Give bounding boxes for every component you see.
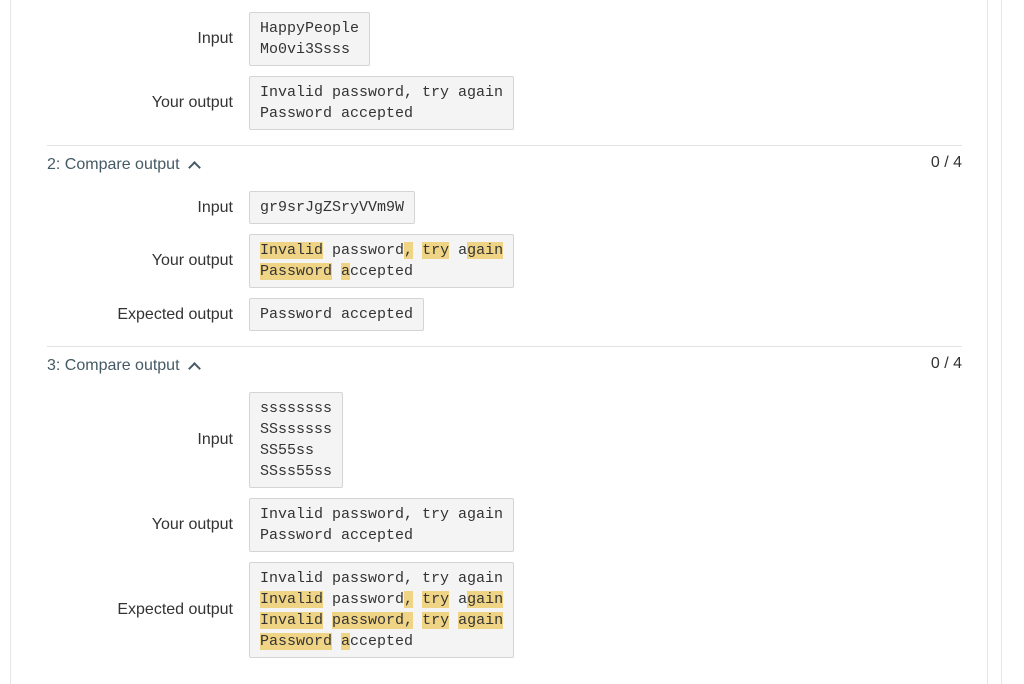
text-line: HappyPeople (260, 20, 360, 37)
test-2-score: 0 / 4 (930, 154, 962, 171)
diff-highlight: , (404, 242, 414, 259)
text-segment: Invalid password, try again (260, 570, 504, 587)
diff-highlight: gain (467, 242, 504, 259)
text-line: Invalid password, try again (260, 589, 504, 610)
test-3-score: 0 / 4 (930, 355, 962, 372)
input-box: HappyPeople Mo0vi3Ssss (249, 12, 371, 66)
expected-output-row: Expected output Invalid password, try ag… (47, 562, 962, 658)
text-line: Invalid password, try again (260, 240, 504, 261)
text-segment (332, 263, 341, 280)
diff-highlight: Invalid (260, 591, 324, 608)
input-row: Input ssssssss SSssssss SS55ss SSss55ss (47, 392, 962, 488)
text-line: Password accepted (260, 103, 503, 124)
text-segment (413, 242, 422, 259)
your-output-box: Invalid password, try again Password acce… (249, 498, 515, 552)
text-segment (449, 612, 458, 629)
text-line: SSss55ss (260, 463, 333, 480)
diff-highlight: a (341, 633, 351, 650)
expected-output-row: Expected output Password accepted (47, 298, 962, 331)
text-line: Invalid password, try again (260, 610, 504, 631)
input-row: Input gr9srJgZSryVVm9W (47, 191, 962, 224)
text-line: SS55ss (260, 442, 315, 459)
text-line: Invalid password, try again (260, 568, 503, 589)
text-segment: ccepted (350, 263, 414, 280)
diff-highlight: gain (467, 591, 504, 608)
your-output-row: Your output Invalid password, try again P… (47, 498, 962, 552)
your-output-box: Invalid password, try again Password acce… (249, 234, 515, 288)
expected-output-label: Expected output (117, 305, 233, 323)
text-line: Password accepted (260, 304, 413, 325)
right-scroll-gutter (987, 0, 1002, 684)
test-3-header: 3: Compare output 0 / 4 (47, 346, 962, 375)
test-3: 3: Compare output 0 / 4 Input ssssssss SS… (47, 346, 962, 658)
your-output-label: Your output (151, 516, 233, 533)
diff-highlight: try (422, 242, 450, 259)
text-segment (332, 633, 341, 650)
diff-highlight: again (458, 612, 504, 629)
text-line: Password accepted (260, 261, 503, 282)
expected-output-box: Password accepted (249, 298, 425, 331)
text-segment: ccepted (350, 633, 414, 650)
text-segment: Invalid password, try again (260, 84, 504, 101)
text-segment: Password accepted (260, 105, 414, 122)
diff-highlight: Password (260, 633, 333, 650)
expected-output-box: Invalid password, try again Invalid passw… (249, 562, 515, 658)
text-segment: a (449, 591, 468, 608)
chevron-up-icon (187, 361, 201, 375)
test-2-title: 2: Compare output (47, 156, 180, 173)
your-output-row: Your output Invalid password, try again P… (47, 76, 962, 130)
test-2-toggle[interactable]: 2: Compare output (47, 156, 201, 174)
your-output-label: Your output (151, 252, 233, 269)
input-row: Input HappyPeople Mo0vi3Ssss (47, 12, 962, 66)
text-segment: password (323, 242, 405, 259)
test-2: 2: Compare output 0 / 4 Input gr9srJgZSr… (47, 145, 962, 331)
input-label: Input (197, 431, 233, 448)
text-line: SSssssss (260, 421, 333, 438)
your-output-box: Invalid password, try again Password acce… (249, 76, 515, 130)
diff-highlight: try (422, 591, 450, 608)
input-box: ssssssss SSssssss SS55ss SSss55ss (249, 392, 344, 488)
test-2-header: 2: Compare output 0 / 4 (47, 145, 962, 174)
test-3-title: 3: Compare output (47, 357, 180, 374)
text-segment: Invalid password, try again (260, 506, 504, 523)
text-segment (413, 591, 422, 608)
text-segment (413, 612, 422, 629)
input-label: Input (197, 198, 233, 216)
your-output-row: Your output Invalid password, try again P… (47, 234, 962, 288)
text-segment: Password accepted (260, 527, 414, 544)
diff-highlight: try (422, 612, 450, 629)
text-line: gr9srJgZSryVVm9W (260, 199, 405, 216)
text-line: Invalid password, try again (260, 82, 503, 103)
chevron-up-icon (187, 160, 201, 174)
test-3-toggle[interactable]: 3: Compare output (47, 357, 201, 375)
text-line: Password accepted (260, 525, 503, 546)
test-results-card: Input HappyPeople Mo0vi3Ssss Your output … (22, 0, 987, 668)
text-segment: a (449, 242, 468, 259)
text-segment (323, 612, 332, 629)
diff-highlight: , (404, 591, 414, 608)
expected-output-label: Expected output (117, 601, 233, 618)
text-line: Invalid password, try again (260, 504, 503, 525)
text-segment: Password accepted (260, 306, 414, 323)
diff-highlight: a (341, 263, 351, 280)
diff-highlight: Password (260, 263, 333, 280)
test-1: Input HappyPeople Mo0vi3Ssss Your output … (47, 0, 962, 130)
input-label: Input (197, 30, 233, 47)
text-line: Mo0vi3Ssss (260, 41, 351, 58)
text-segment: password (323, 591, 405, 608)
input-box: gr9srJgZSryVVm9W (249, 191, 416, 224)
diff-highlight: password, (332, 612, 414, 629)
text-line: Password accepted (260, 631, 503, 652)
diff-highlight: Invalid (260, 242, 324, 259)
your-output-label: Your output (151, 94, 233, 111)
text-line: ssssssss (260, 400, 333, 417)
diff-highlight: Invalid (260, 612, 324, 629)
